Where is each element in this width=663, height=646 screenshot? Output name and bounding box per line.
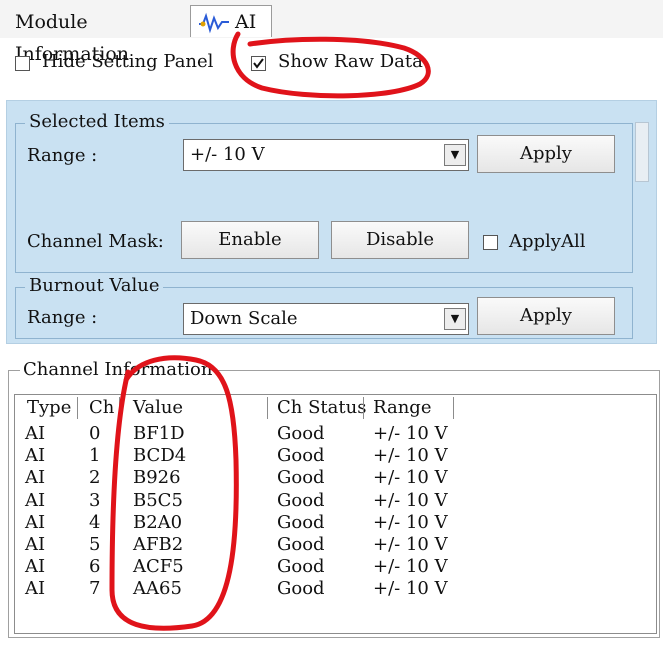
burnout-range-combo[interactable]: Down Scale ▼ bbox=[183, 303, 469, 335]
table-row[interactable]: AI 6 ACF5 Good +/- 10 V bbox=[15, 556, 656, 578]
cell-range: +/- 10 V bbox=[373, 467, 448, 489]
cell-type: AI bbox=[25, 511, 46, 533]
cell-status: Good bbox=[277, 556, 325, 578]
cell-range: +/- 10 V bbox=[373, 445, 448, 467]
burnout-apply-button[interactable]: Apply bbox=[477, 297, 615, 335]
cell-status: Good bbox=[277, 489, 325, 511]
channel-list[interactable]: Type Ch Value Ch Status Range AI 0 BF1D Goo… bbox=[14, 394, 657, 634]
waveform-icon bbox=[199, 12, 229, 34]
header-divider bbox=[363, 397, 364, 419]
cell-type: AI bbox=[25, 556, 46, 578]
burnout-combo-value: Down Scale bbox=[190, 308, 298, 329]
cell-type: AI bbox=[25, 534, 46, 555]
cell-range: +/- 10 V bbox=[373, 534, 448, 555]
cell-type: AI bbox=[25, 467, 46, 489]
burnout-title: Burnout Value bbox=[25, 275, 164, 296]
tab-label: AI bbox=[235, 11, 257, 33]
cell-type: AI bbox=[25, 445, 46, 467]
cell-ch: 3 bbox=[89, 489, 101, 511]
cell-value: BF1D bbox=[133, 423, 185, 444]
channel-information-title: Channel Information bbox=[20, 359, 216, 380]
show-raw-data-label: Show Raw Data bbox=[278, 51, 423, 72]
table-row[interactable]: AI 7 AA65 Good +/- 10 V bbox=[15, 578, 656, 600]
cell-ch: 1 bbox=[89, 445, 101, 467]
table-row[interactable]: AI 3 B5C5 Good +/- 10 V bbox=[15, 490, 656, 512]
cell-ch: 0 bbox=[89, 423, 101, 444]
vertical-scrollbar[interactable] bbox=[635, 122, 649, 182]
dropdown-arrow-icon[interactable]: ▼ bbox=[444, 144, 466, 166]
cell-status: Good bbox=[277, 445, 325, 467]
hide-setting-panel-label: Hide Setting Panel bbox=[42, 51, 214, 72]
tab-module-information[interactable]: Module Information bbox=[6, 5, 182, 65]
cell-ch: 7 bbox=[89, 578, 101, 600]
checkmark-icon bbox=[253, 58, 264, 69]
hide-setting-panel-checkbox[interactable] bbox=[15, 56, 30, 71]
table-row[interactable]: AI 1 BCD4 Good +/- 10 V bbox=[15, 445, 656, 467]
cell-type: AI bbox=[25, 423, 46, 444]
range-combo-value: +/- 10 V bbox=[190, 144, 265, 165]
header-divider bbox=[453, 397, 454, 419]
table-row[interactable]: AI 0 BF1D Good +/- 10 V bbox=[15, 423, 656, 445]
cell-ch: 2 bbox=[89, 467, 101, 489]
header-divider bbox=[267, 397, 268, 419]
cell-value: B2A0 bbox=[133, 511, 183, 533]
cell-value: B5C5 bbox=[133, 489, 183, 511]
show-raw-data-checkbox[interactable] bbox=[251, 56, 266, 71]
cell-status: Good bbox=[277, 578, 325, 600]
header-divider bbox=[77, 397, 78, 419]
cell-status: Good bbox=[277, 467, 325, 489]
table-row[interactable]: AI 5 AFB2 Good +/- 10 V bbox=[15, 534, 656, 556]
cell-value: BCD4 bbox=[133, 445, 187, 467]
cell-range: +/- 10 V bbox=[373, 489, 448, 511]
tab-ai[interactable]: AI bbox=[190, 5, 272, 37]
burnout-range-label: Range : bbox=[27, 307, 98, 328]
cell-range: +/- 10 V bbox=[373, 578, 448, 600]
range-combo[interactable]: +/- 10 V ▼ bbox=[183, 139, 469, 171]
table-row[interactable]: AI 4 B2A0 Good +/- 10 V bbox=[15, 512, 656, 534]
cell-range: +/- 10 V bbox=[373, 511, 448, 533]
cell-value: AA65 bbox=[133, 578, 182, 600]
cell-status: Good bbox=[277, 534, 325, 555]
selected-apply-button[interactable]: Apply bbox=[477, 135, 615, 173]
cell-ch: 6 bbox=[89, 556, 101, 578]
apply-all-label: ApplyAll bbox=[509, 231, 586, 252]
column-header-value[interactable]: Value bbox=[133, 395, 183, 421]
column-header-type[interactable]: Type bbox=[27, 395, 71, 421]
cell-range: +/- 10 V bbox=[373, 556, 448, 578]
enable-button[interactable]: Enable bbox=[181, 221, 319, 259]
apply-all-checkbox[interactable] bbox=[483, 235, 498, 250]
channel-mask-label: Channel Mask: bbox=[27, 231, 164, 252]
cell-status: Good bbox=[277, 423, 325, 444]
table-row[interactable]: AI 2 B926 Good +/- 10 V bbox=[15, 467, 656, 489]
setting-panel: Selected Items Range : +/- 10 V ▼ Apply … bbox=[6, 100, 657, 344]
column-header-range[interactable]: Range bbox=[373, 395, 431, 421]
cell-ch: 5 bbox=[89, 534, 101, 555]
column-header-ch-status[interactable]: Ch Status bbox=[277, 395, 366, 421]
cell-value: ACF5 bbox=[133, 556, 184, 578]
header-divider bbox=[119, 397, 120, 419]
cell-range: +/- 10 V bbox=[373, 423, 448, 444]
column-header-ch[interactable]: Ch bbox=[89, 395, 114, 421]
range-label: Range : bbox=[27, 145, 98, 166]
cell-value: B926 bbox=[133, 467, 181, 489]
cell-value: AFB2 bbox=[133, 534, 184, 555]
disable-button[interactable]: Disable bbox=[331, 221, 469, 259]
cell-type: AI bbox=[25, 578, 46, 600]
cell-status: Good bbox=[277, 511, 325, 533]
selected-items-title: Selected Items bbox=[25, 111, 169, 132]
cell-type: AI bbox=[25, 489, 46, 511]
cell-ch: 4 bbox=[89, 511, 101, 533]
dropdown-arrow-icon[interactable]: ▼ bbox=[444, 308, 466, 330]
